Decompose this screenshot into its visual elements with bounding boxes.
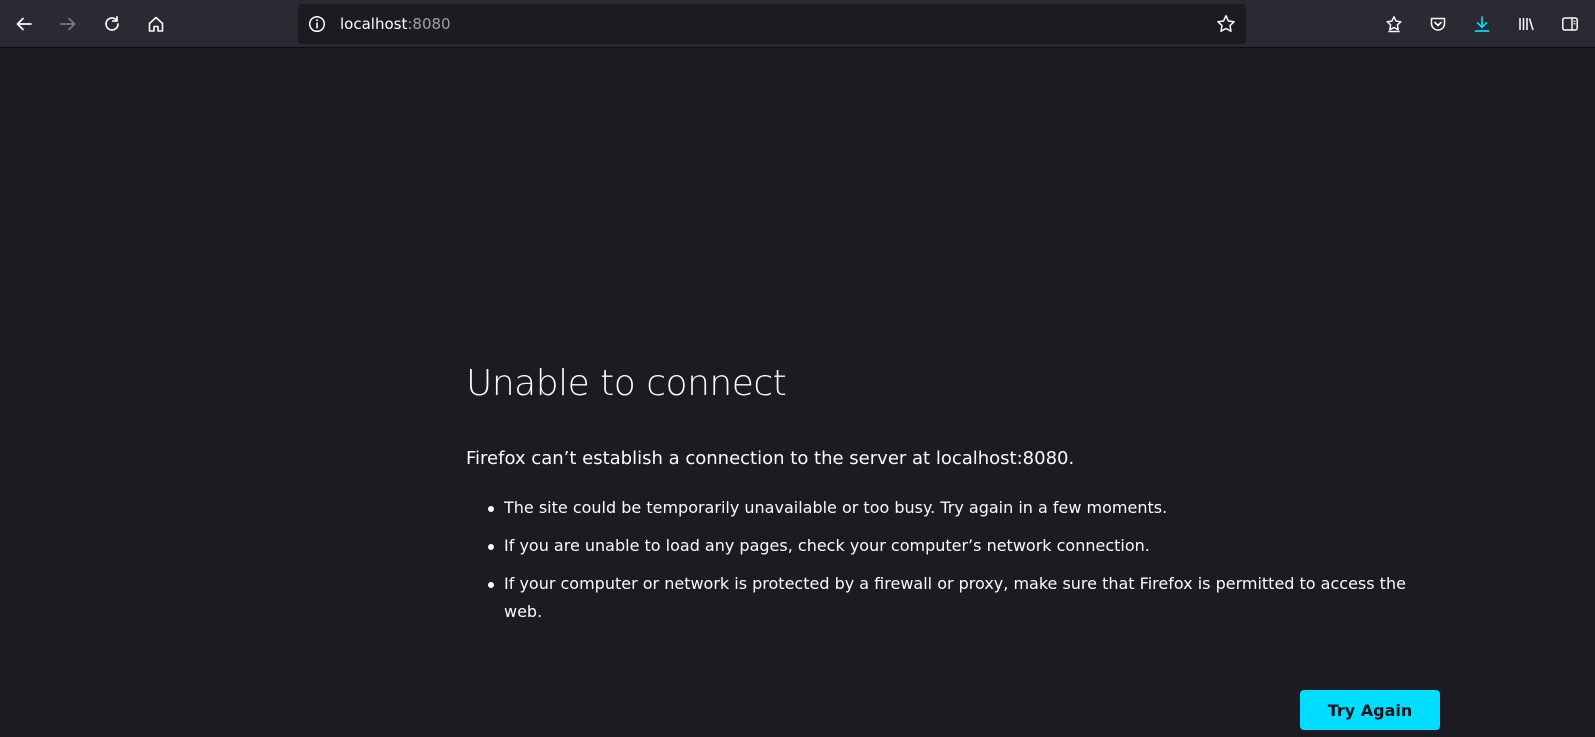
error-reason: If you are unable to load any pages, che… (488, 532, 1424, 560)
back-arrow-icon[interactable] (8, 8, 40, 40)
reload-icon[interactable] (96, 8, 128, 40)
error-subtitle: Firefox can’t establish a connection to … (466, 448, 1075, 469)
bookmarks-star-icon[interactable] (1378, 8, 1410, 40)
url-bar[interactable]: localhost:8080 (298, 4, 1246, 44)
error-reason: The site could be temporarily unavailabl… (488, 494, 1424, 522)
star-outline-icon[interactable] (1214, 12, 1238, 36)
sidebar-icon[interactable] (1554, 8, 1586, 40)
url-host: localhost (340, 15, 408, 33)
pocket-icon[interactable] (1422, 8, 1454, 40)
library-icon[interactable] (1510, 8, 1542, 40)
error-content: Unable to connect Firefox can’t establis… (466, 360, 1446, 636)
url-port: :8080 (407, 15, 451, 33)
error-reasons-list: The site could be temporarily unavailabl… (466, 494, 1446, 626)
url-text[interactable]: localhost:8080 (340, 15, 451, 33)
home-icon[interactable] (140, 8, 172, 40)
error-title: Unable to connect (466, 363, 787, 404)
download-icon[interactable] (1466, 8, 1498, 40)
error-reason: If your computer or network is protected… (488, 570, 1424, 626)
try-again-button[interactable]: Try Again (1300, 690, 1440, 730)
info-circle-icon[interactable] (306, 13, 328, 35)
forward-arrow-icon[interactable] (52, 8, 84, 40)
browser-toolbar: localhost:8080 (0, 0, 1595, 48)
